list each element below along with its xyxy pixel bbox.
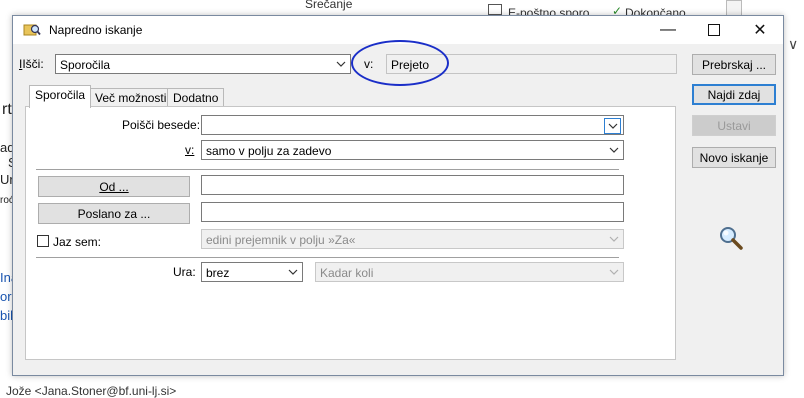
maximize-button[interactable] [691,16,737,44]
chevron-down-icon [285,265,300,279]
background-chevron-icon: ∨ [788,36,799,52]
messages-tab-panel: Poišči besede: v: samo v polju za zadevo… [25,106,676,360]
maximize-icon [708,24,720,36]
me-checkbox[interactable] [37,235,49,247]
tab-advanced[interactable]: Dodatno [167,88,225,107]
time-label: Ura: [173,265,196,279]
search-folder-icon [23,22,41,38]
time-range-value: Kadar koli [320,266,374,280]
me-select[interactable]: edini prejemnik v polju »Za« [201,229,624,249]
search-in-value: samo v polju za zadevo [206,144,332,158]
magnifier-icon [718,225,744,254]
search-type-value: Sporočila [60,58,111,72]
me-value: edini prejemnik v polju »Za« [206,233,356,247]
chevron-down-icon [604,118,621,134]
chevron-down-icon [606,232,621,246]
new-search-button[interactable]: Novo iskanje [692,147,776,168]
stop-button[interactable]: Ustavi [692,115,776,136]
ribbon-item-meeting[interactable]: Srečanje [305,0,352,11]
annotation-circle [351,40,449,86]
time-field-value: brez [206,266,230,280]
from-button-label: Od ... [99,179,129,194]
time-range-select[interactable]: Kadar koli [315,262,624,282]
time-field-select[interactable]: brez [201,262,303,282]
sent-to-button[interactable]: Poslano za ... [38,203,190,224]
search-in-label: v: [185,143,195,157]
bg-sender-line: Jože <Jana.Stoner@bf.uni-lj.si> [6,384,177,398]
find-now-button[interactable]: Najdi zdaj [692,84,776,105]
chevron-down-icon [333,57,348,71]
browse-button[interactable]: Prebrskaj ... [692,54,776,75]
minimize-button[interactable]: — [645,16,691,44]
minimize-icon: — [660,21,676,38]
tab-more-choices[interactable]: Več možnosti [89,88,173,107]
separator [36,257,619,258]
from-button[interactable]: Od ... [38,176,190,197]
dialog-title: Napredno iskanje [49,23,143,37]
search-type-label: IIšči: [19,57,44,71]
close-icon: ✕ [753,22,767,39]
search-words-label: Poišči besede: [122,118,201,132]
chevron-down-icon [606,143,621,157]
separator [36,169,619,170]
search-in-select[interactable]: samo v polju za zadevo [201,140,624,160]
mail-icon [488,4,502,15]
sent-to-button-label: Poslano za ... [77,206,151,221]
from-field[interactable] [201,175,624,195]
chevron-down-icon [606,265,621,279]
sent-to-field[interactable] [201,202,624,222]
advanced-find-dialog: Napredno iskanje — ✕ IIšči: Sporočila v:… [12,15,784,376]
search-words-input[interactable] [201,115,624,135]
me-label: Jaz sem: [53,235,102,249]
search-type-select[interactable]: Sporočila [55,54,351,74]
close-button[interactable]: ✕ [737,16,783,44]
tab-messages[interactable]: Sporočila [29,85,92,108]
